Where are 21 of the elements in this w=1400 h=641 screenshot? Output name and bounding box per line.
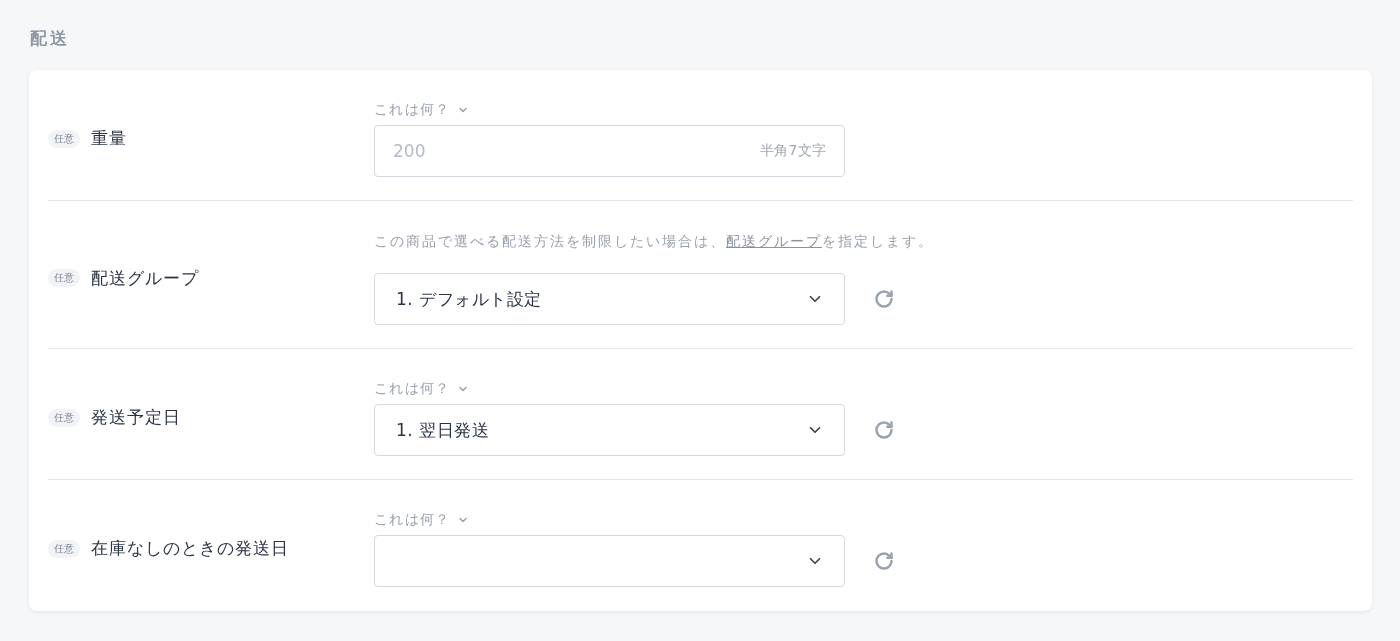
optional-badge: 任意 (48, 408, 80, 427)
refresh-icon[interactable] (874, 420, 894, 440)
field-label: 発送予定日 (91, 406, 181, 429)
field-label: 在庫なしのときの発送日 (91, 537, 289, 560)
help-toggle[interactable]: これは何？ (374, 100, 469, 120)
dropdown-select[interactable] (374, 535, 845, 587)
refresh-icon[interactable] (874, 551, 894, 571)
description-text: この商品で選べる配送方法を制限したい場合は、配送グループを指定します。 (374, 232, 935, 251)
refresh-icon[interactable] (874, 289, 894, 309)
help-toggle[interactable]: これは何？ (374, 510, 469, 530)
help-toggle[interactable]: これは何？ (374, 379, 469, 399)
optional-badge: 任意 (48, 269, 80, 287)
character-limit-hint: 半角7文字 (759, 142, 827, 160)
field-label: 配送グループ (91, 266, 199, 290)
dropdown-select[interactable]: 1. 翌日発送 (374, 404, 845, 456)
delivery-group-link[interactable]: 配送グループ (726, 233, 822, 249)
optional-badge: 任意 (48, 129, 80, 148)
optional-badge: 任意 (48, 539, 80, 558)
dropdown-select[interactable]: 1. デフォルト設定 (374, 273, 845, 325)
field-label: 重量 (91, 127, 127, 150)
section-title: 配送 (30, 28, 71, 48)
